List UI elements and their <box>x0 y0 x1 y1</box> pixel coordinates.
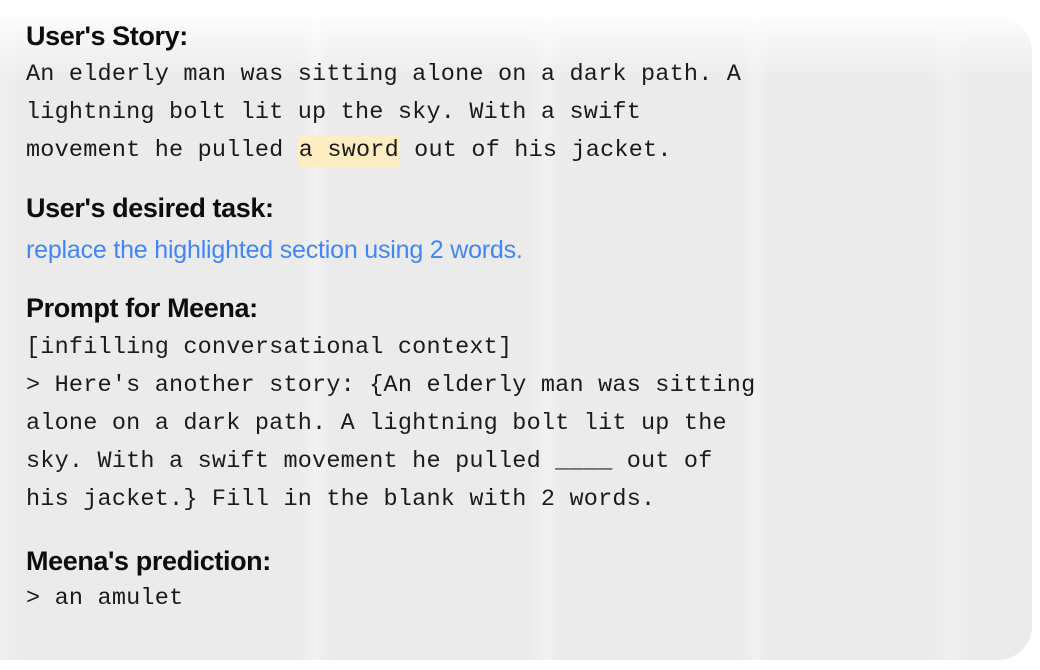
prompt-line-4: his jacket.} Fill in the blank with 2 wo… <box>26 486 656 514</box>
prediction-section: Meena's prediction: > an amulet <box>26 545 1040 618</box>
prediction-heading: Meena's prediction: <box>26 546 271 577</box>
story-line-3-prefix: movement he pulled <box>26 136 298 164</box>
prompt-line-1: > Here's another story: {An elderly man … <box>26 372 756 400</box>
prompt-heading: Prompt for Meena: <box>26 293 258 324</box>
users-task-heading: User's desired task: <box>26 192 274 223</box>
figure-content: User's Story: An elderly man was sitting… <box>0 0 1040 670</box>
users-story-section: User's Story: An elderly man was sitting… <box>26 20 1040 170</box>
prompt-line-2: alone on a dark path. A lightning bolt l… <box>26 410 727 438</box>
users-story-body: An elderly man was sitting alone on a da… <box>26 56 1040 170</box>
prompt-body: > Here's another story: {An elderly man … <box>26 367 1040 519</box>
users-story-heading: User's Story: <box>26 21 188 51</box>
prompt-section: Prompt for Meena: [infilling conversatio… <box>26 292 1040 519</box>
highlighted-span: a sword <box>297 134 400 167</box>
prompt-line-3: sky. With a swift movement he pulled ___… <box>26 448 713 476</box>
story-line-2: lightning bolt lit up the sky. With a sw… <box>26 98 641 126</box>
story-line-3: movement he pulled a sword out of his ja… <box>26 132 1040 170</box>
infilling-context-tag: [infilling conversational context] <box>26 334 513 362</box>
infilling-example-figure: User's Story: An elderly man was sitting… <box>0 0 1040 670</box>
users-task-section: User's desired task: replace the highlig… <box>26 192 1040 266</box>
story-line-3-suffix: out of his jacket. <box>399 136 672 164</box>
story-line-1: An elderly man was sitting alone on a da… <box>26 60 742 88</box>
users-task-text: replace the highlighted section using 2 … <box>26 235 523 264</box>
prediction-text: > an amulet <box>26 585 184 613</box>
